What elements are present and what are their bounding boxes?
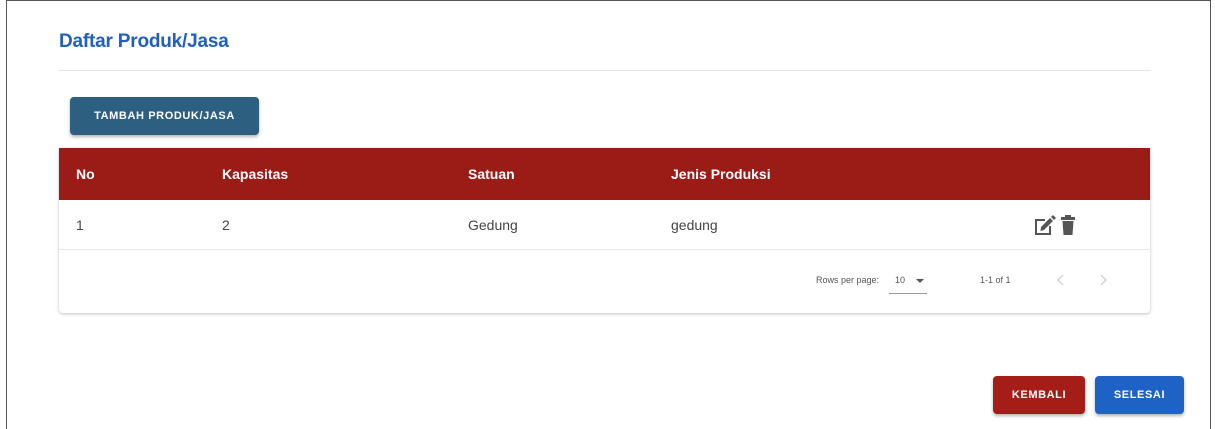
rows-per-page-value: 10 [895,275,906,285]
finish-button[interactable]: SELESAI [1095,376,1184,414]
back-button[interactable]: KEMBALI [993,376,1085,414]
cell-satuan: Gedung [468,217,518,233]
page-title: Daftar Produk/Jasa [59,31,229,52]
rows-per-page-label: Rows per page: [816,275,880,285]
caret-down-icon [916,279,924,283]
cell-no: 1 [76,217,84,233]
title-divider [59,70,1151,71]
table-row: 1 2 Gedung gedung [59,200,1150,250]
trash-icon[interactable] [1061,215,1075,235]
column-header-no: No [76,166,95,182]
edit-icon[interactable] [1033,214,1057,236]
column-header-jenis-produksi: Jenis Produksi [671,166,771,182]
cell-jenis-produksi: gedung [671,217,718,233]
cell-kapasitas: 2 [222,217,230,233]
add-product-button[interactable]: TAMBAH PRODUK/JASA [70,97,259,135]
row-actions [1033,214,1075,236]
chevron-left-icon[interactable] [1053,272,1069,288]
chevron-right-icon[interactable] [1095,272,1111,288]
pagination-range: 1-1 of 1 [980,275,1011,285]
rows-per-page-select[interactable]: 10 [889,268,927,294]
table-pagination: Rows per page: 10 1-1 of 1 [59,250,1150,313]
product-table: No Kapasitas Satuan Jenis Produksi 1 2 G… [59,148,1150,313]
column-header-satuan: Satuan [468,166,515,182]
column-header-kapasitas: Kapasitas [222,166,289,182]
table-header: No Kapasitas Satuan Jenis Produksi [59,148,1150,200]
